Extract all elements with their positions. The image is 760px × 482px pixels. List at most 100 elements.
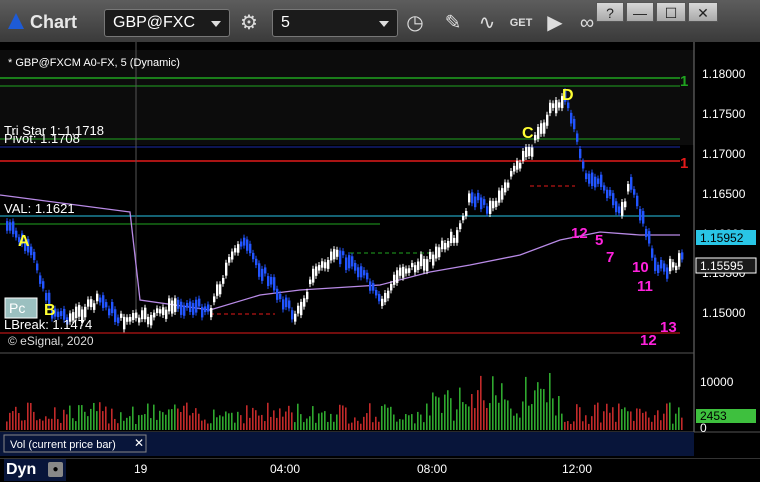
dyn-box[interactable]: Dyn ● xyxy=(4,459,66,481)
candle-body xyxy=(660,259,663,269)
volume-bar xyxy=(195,408,197,430)
volume-bar xyxy=(477,390,479,430)
val-label: VAL: 1.1621 xyxy=(4,201,75,216)
lock-icon[interactable]: ● xyxy=(48,462,63,477)
price-tick: 1.15000 xyxy=(702,306,746,320)
volume-bar xyxy=(471,394,473,430)
candle-body xyxy=(642,211,645,224)
candle-body xyxy=(399,267,402,276)
close-button[interactable]: ✕ xyxy=(688,2,718,22)
volume-bar xyxy=(183,405,185,430)
candle-body xyxy=(384,293,387,303)
volume-bar xyxy=(618,403,620,430)
volume-bar xyxy=(105,406,107,430)
volume-bar xyxy=(66,414,68,430)
candle-body xyxy=(456,230,459,243)
interval-selector[interactable]: 5 xyxy=(272,9,398,37)
count-marker: 7 xyxy=(606,249,614,266)
volume-bar xyxy=(387,407,389,430)
volume-bar xyxy=(582,421,584,430)
help-button[interactable]: ? xyxy=(596,2,624,22)
candle-body xyxy=(123,316,126,330)
candle-body xyxy=(420,254,423,267)
pencil-icon[interactable]: ✎ xyxy=(438,9,468,37)
candle-body xyxy=(186,302,189,308)
candle-body xyxy=(498,190,501,203)
price-chart[interactable]: 1.18000 1.17500 1.17000 1.16500 1.16000 … xyxy=(0,42,760,458)
candle-body xyxy=(330,251,333,261)
get-icon[interactable]: GET xyxy=(506,9,536,37)
volume-bar xyxy=(333,421,335,430)
volume-bar xyxy=(288,405,290,430)
play-icon[interactable]: ▶ xyxy=(540,9,570,37)
volume-bar xyxy=(651,421,653,430)
candle-body xyxy=(471,192,474,204)
volume-bar xyxy=(591,416,593,430)
lbreak-label: LBreak: 1.1474 xyxy=(4,317,92,332)
candle-body xyxy=(540,123,543,134)
candle-body xyxy=(417,261,420,270)
candle-body xyxy=(144,307,147,320)
volume-bar xyxy=(156,419,158,430)
chart-area[interactable]: 1.18000 1.17500 1.17000 1.16500 1.16000 … xyxy=(0,42,760,458)
title-bar: Chart GBP@FXC ⚙ 5 ◷ ✎ ∿ GET ▶ ∞ ? — ☐ ✕ xyxy=(0,0,760,43)
gear-icon[interactable]: ⚙ xyxy=(234,9,264,37)
study-icon[interactable]: ∿ xyxy=(472,9,502,37)
symbol-selector[interactable]: GBP@FXC xyxy=(104,9,230,37)
price-tick: 1.17000 xyxy=(702,147,746,161)
volume-bar xyxy=(528,405,530,430)
volume-bar xyxy=(498,402,500,430)
candle-body xyxy=(297,305,300,314)
candle-body xyxy=(447,240,450,248)
maximize-button[interactable]: ☐ xyxy=(656,2,686,22)
volume-bar xyxy=(18,413,20,430)
clock-icon[interactable]: ◷ xyxy=(400,9,430,37)
candle-body xyxy=(93,303,96,310)
candle-body xyxy=(381,298,384,306)
volume-bar xyxy=(309,416,311,430)
minimize-button[interactable]: — xyxy=(626,2,654,22)
volume-bar xyxy=(138,415,140,430)
volume-bar xyxy=(21,420,23,430)
volume-bar xyxy=(243,423,245,430)
candle-body xyxy=(651,248,654,258)
candle-body xyxy=(234,248,237,253)
candle-body xyxy=(354,262,357,271)
volume-bar xyxy=(468,406,470,430)
volume-bar xyxy=(663,413,665,430)
volume-bar xyxy=(210,423,212,430)
volume-bar xyxy=(396,421,398,430)
candle-body xyxy=(111,302,114,314)
candle-body xyxy=(183,305,186,316)
volume-bar xyxy=(96,411,98,430)
volume-bar xyxy=(570,423,572,430)
volume-bar xyxy=(294,422,296,430)
candle-body xyxy=(288,300,291,309)
candle-body xyxy=(429,252,432,260)
volume-bar xyxy=(432,392,434,430)
candle-body xyxy=(375,289,378,296)
volume-bar xyxy=(429,415,431,430)
candle-body xyxy=(474,196,477,208)
volume-bar xyxy=(456,409,458,430)
volume-bar xyxy=(573,421,575,430)
volume-bar xyxy=(282,416,284,430)
candle-body xyxy=(645,228,648,238)
candle-body xyxy=(87,299,90,307)
close-icon[interactable]: ✕ xyxy=(134,436,144,450)
volume-bar xyxy=(525,376,527,430)
volume-bar xyxy=(111,408,113,430)
candle-body xyxy=(12,221,15,235)
candle-body xyxy=(534,135,537,141)
volume-bar xyxy=(504,399,506,430)
volume-bar xyxy=(315,422,317,430)
candle-body xyxy=(507,182,510,188)
candle-body xyxy=(411,263,414,268)
price-tick: 1.17500 xyxy=(702,107,746,121)
current-price-top: 1.15952 xyxy=(700,231,744,245)
candle-body xyxy=(117,317,120,324)
candle-body xyxy=(627,184,630,192)
current-volume: 2453 xyxy=(700,409,727,423)
candle-body xyxy=(597,178,600,184)
dyn-label: Dyn xyxy=(6,461,37,478)
